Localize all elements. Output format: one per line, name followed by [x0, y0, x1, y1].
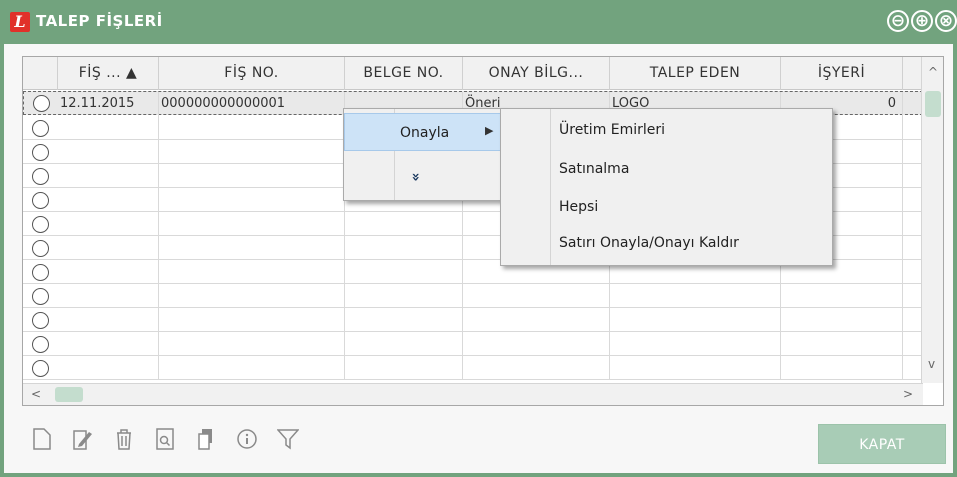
- menu-separator: [550, 109, 551, 265]
- edit-icon[interactable]: [71, 428, 95, 454]
- delete-icon[interactable]: [112, 428, 136, 454]
- vertical-scroll-thumb[interactable]: [925, 91, 941, 117]
- row-select-radio[interactable]: [32, 240, 49, 257]
- maximize-icon[interactable]: ⊕: [911, 10, 933, 32]
- submenu-item-hepsi[interactable]: Hepsi: [559, 199, 598, 215]
- row-select-radio[interactable]: [32, 168, 49, 185]
- kapat-button[interactable]: KAPAT: [818, 424, 946, 464]
- info-icon[interactable]: [235, 428, 259, 454]
- row-select-radio[interactable]: [32, 192, 49, 209]
- cell-date: 12.11.2015: [58, 92, 159, 116]
- menu-item-onayla[interactable]: Onayla ▶: [344, 113, 502, 151]
- submenu-item-satiri-onayla[interactable]: Satırı Onayla/Onayı Kaldır: [559, 235, 739, 251]
- table-row[interactable]: [23, 284, 923, 308]
- filter-icon[interactable]: [276, 428, 300, 454]
- header-selector: [23, 57, 58, 90]
- bottom-toolbar: [30, 428, 300, 458]
- new-document-icon[interactable]: [30, 428, 54, 454]
- close-window-icon[interactable]: ⊗: [935, 10, 957, 32]
- submenu-item-satinalma[interactable]: Satınalma: [559, 161, 629, 177]
- table-row[interactable]: [23, 356, 923, 380]
- row-select-radio[interactable]: [32, 312, 49, 329]
- minimize-icon[interactable]: ⊖: [887, 10, 909, 32]
- menu-item-label: Onayla: [400, 125, 450, 141]
- table-row[interactable]: [23, 308, 923, 332]
- scroll-left-icon[interactable]: <: [31, 387, 41, 401]
- column-header-date[interactable]: FİŞ ... ▲: [58, 57, 159, 90]
- row-select-radio[interactable]: [33, 95, 50, 112]
- horizontal-scroll-thumb[interactable]: [55, 387, 83, 402]
- row-select-radio[interactable]: [32, 264, 49, 281]
- scroll-down-icon[interactable]: v: [928, 357, 935, 371]
- row-select-radio[interactable]: [32, 216, 49, 233]
- submenu-arrow-icon: ▶: [485, 124, 494, 137]
- scroll-right-icon[interactable]: >: [903, 387, 913, 401]
- row-select-radio[interactable]: [32, 144, 49, 161]
- window-title: TALEP FİŞLERİ: [36, 12, 163, 30]
- column-header-onay[interactable]: ONAY BİLG...: [463, 57, 610, 90]
- column-header-belge-no[interactable]: BELGE NO.: [345, 57, 463, 90]
- row-select-radio[interactable]: [32, 360, 49, 377]
- submenu-item-uretim-emirleri[interactable]: Üretim Emirleri: [559, 122, 665, 138]
- row-select-radio[interactable]: [32, 336, 49, 353]
- preview-icon[interactable]: [153, 428, 177, 454]
- table-row[interactable]: [23, 332, 923, 356]
- row-select-radio[interactable]: [32, 288, 49, 305]
- vertical-scrollbar[interactable]: ^ v: [921, 57, 943, 383]
- cell-fis-no: 000000000000001: [159, 92, 345, 116]
- submenu: Üretim Emirleri Satınalma Hepsi Satırı O…: [500, 108, 833, 266]
- context-menu: Onayla ▶ »: [343, 108, 503, 201]
- copy-icon[interactable]: [194, 428, 218, 454]
- column-header-fis-no[interactable]: FİŞ NO.: [159, 57, 345, 90]
- title-bar: L TALEP FİŞLERİ ⊖ ⊕ ⊗: [0, 0, 957, 44]
- grid-header: FİŞ ... ▲ FİŞ NO. BELGE NO. ONAY BİLG...…: [23, 57, 923, 90]
- scroll-up-icon[interactable]: ^: [928, 65, 938, 79]
- expand-more-icon[interactable]: »: [408, 172, 424, 181]
- window-controls: ⊖ ⊕ ⊗: [887, 10, 957, 32]
- horizontal-scrollbar[interactable]: < >: [23, 383, 923, 405]
- app-logo-icon: L: [10, 12, 30, 32]
- column-header-talep-eden[interactable]: TALEP EDEN: [610, 57, 781, 90]
- column-header-isyeri[interactable]: İŞYERİ: [781, 57, 903, 90]
- row-select-radio[interactable]: [32, 120, 49, 137]
